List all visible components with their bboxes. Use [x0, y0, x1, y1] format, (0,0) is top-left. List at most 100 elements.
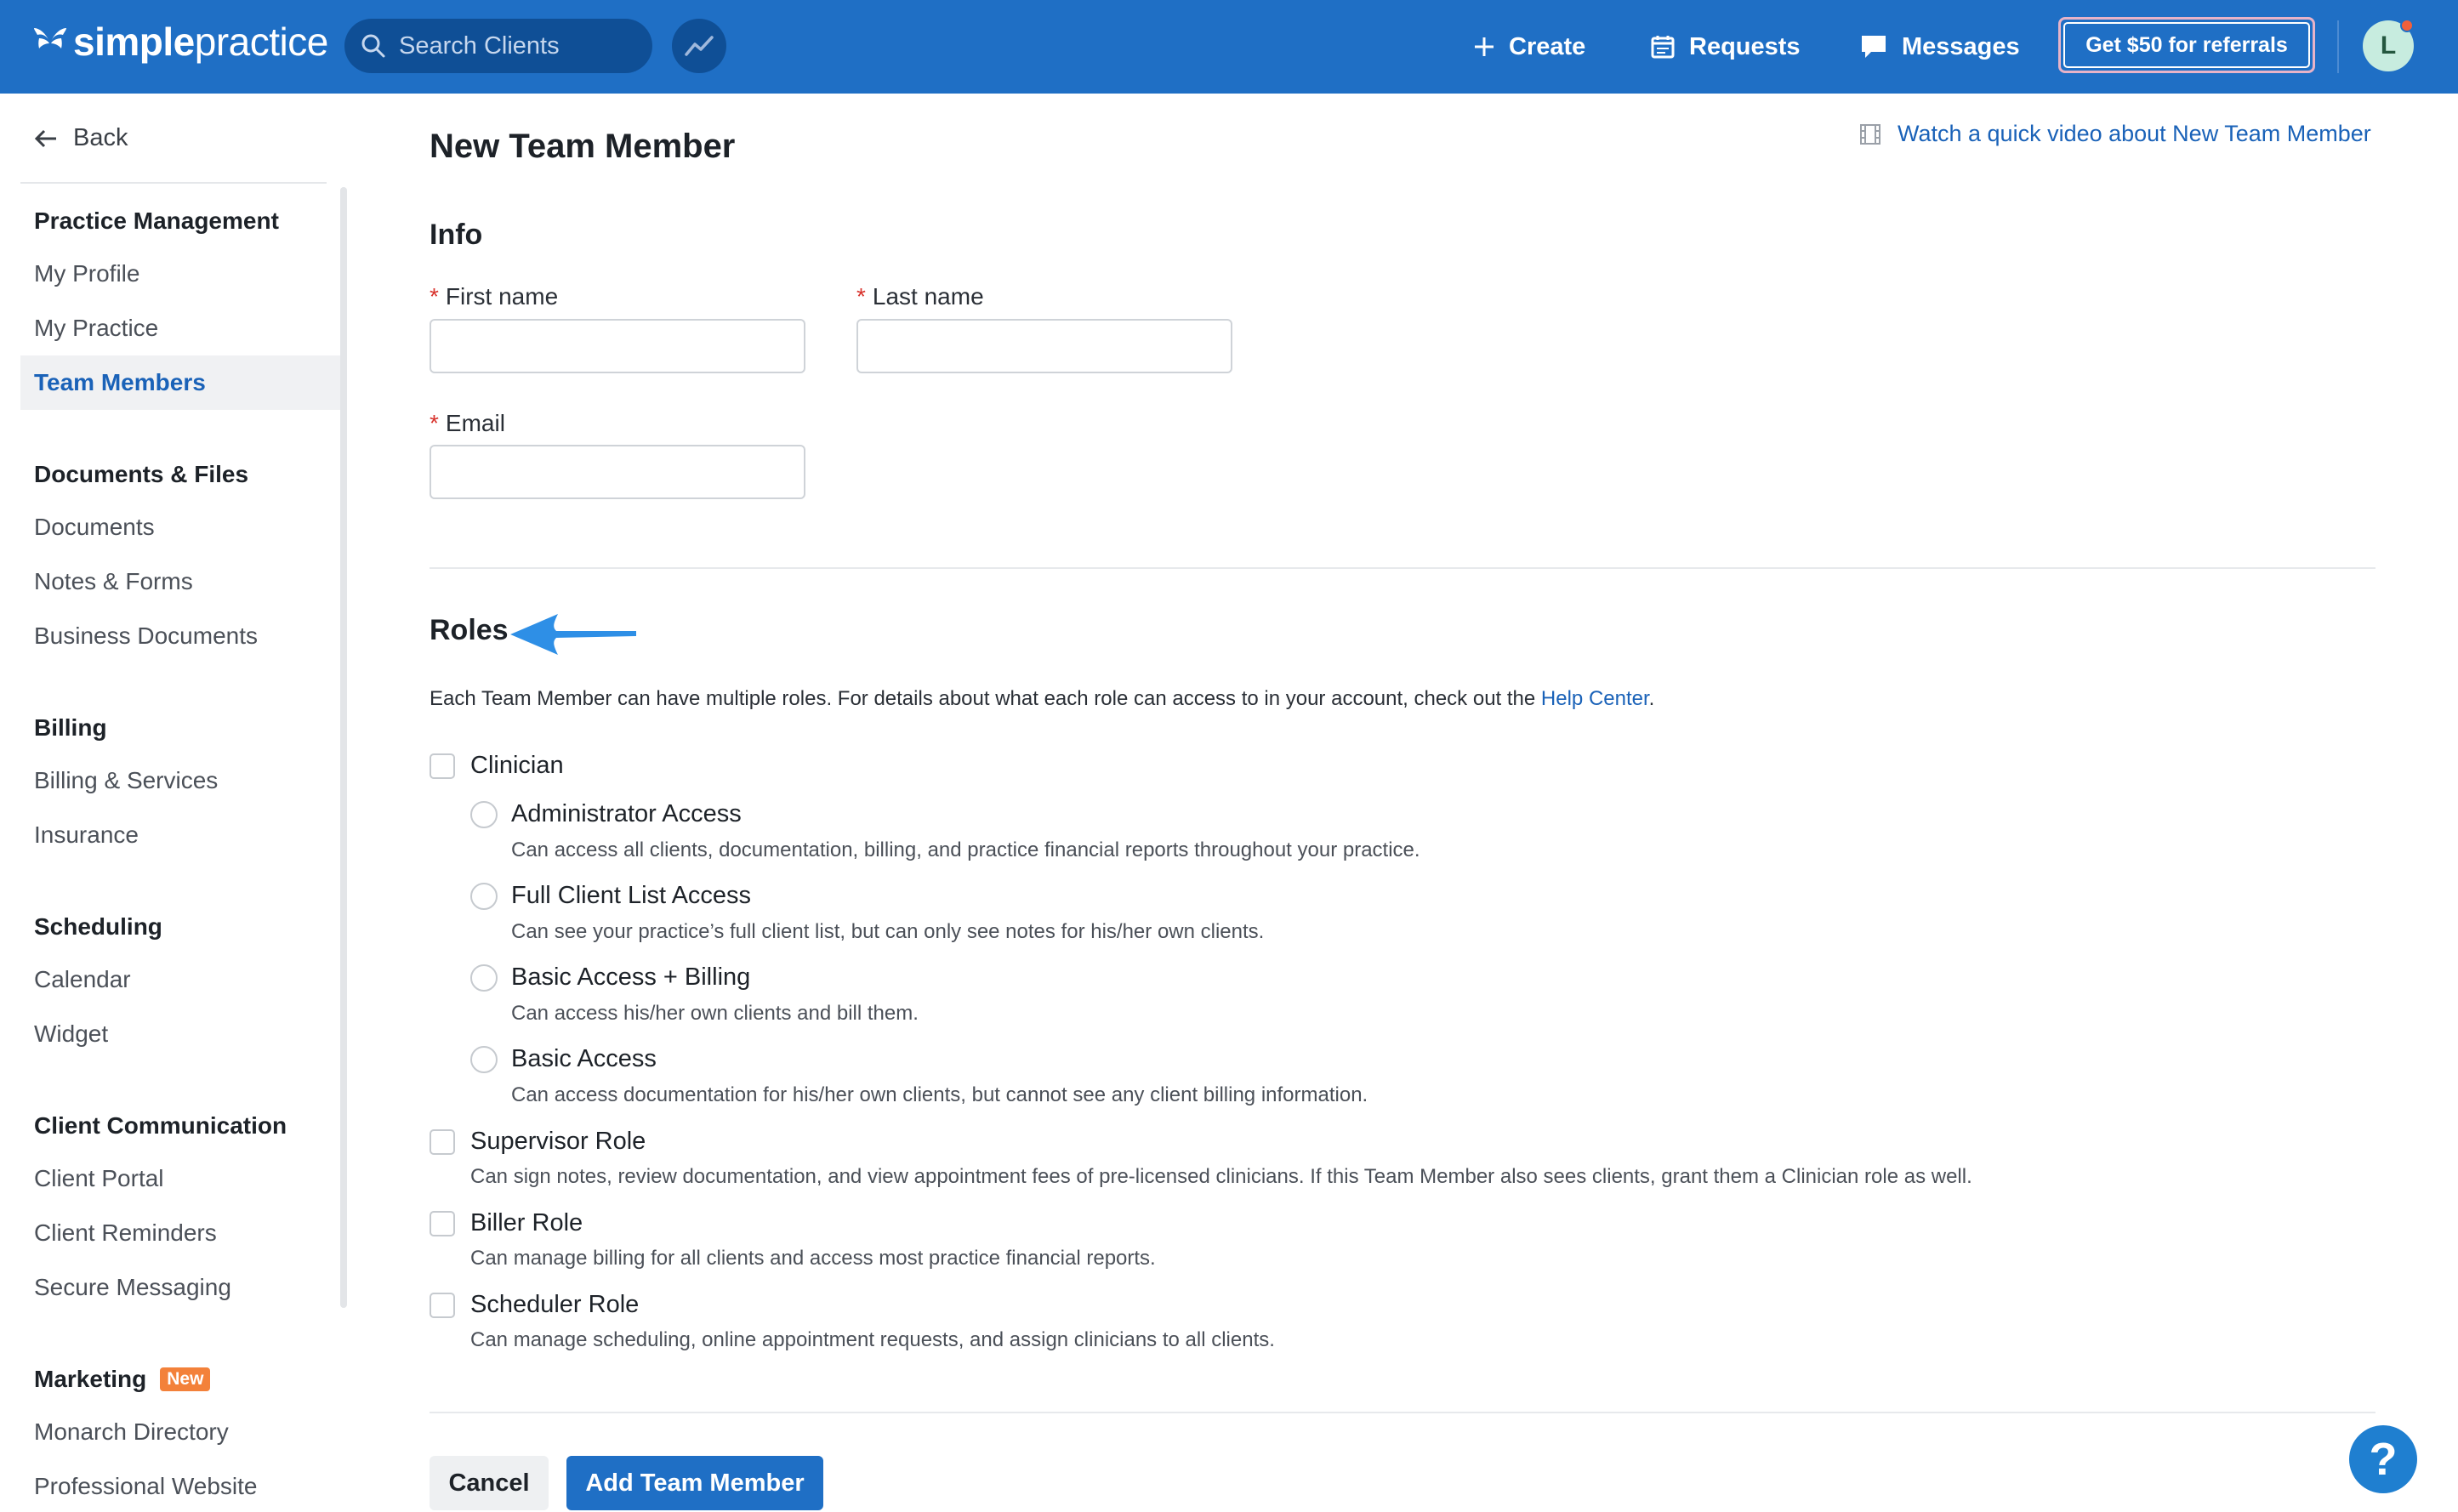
- clinician-label: Clinician: [470, 752, 564, 779]
- create-button[interactable]: Create: [1473, 26, 1585, 68]
- top-navigation-bar: simplepractice Create Requests: [0, 0, 2458, 94]
- full-client-list-access-radio[interactable]: [470, 883, 498, 910]
- sidebar-item-my-practice[interactable]: My Practice: [34, 315, 158, 342]
- last-name-label: * Last name: [856, 283, 984, 310]
- cancel-button[interactable]: Cancel: [430, 1456, 549, 1510]
- settings-sidebar: Back Practice Management My Profile My P…: [0, 94, 349, 1512]
- email-label-text: Email: [445, 410, 505, 436]
- help-center-link[interactable]: Help Center: [1541, 687, 1649, 710]
- basic-access-billing-radio[interactable]: [470, 964, 498, 992]
- sidebar-item-client-portal[interactable]: Client Portal: [34, 1165, 164, 1192]
- required-asterisk: *: [856, 283, 866, 310]
- sidebar-scrollbar[interactable]: [340, 187, 347, 1308]
- messages-label: Messages: [1902, 32, 2020, 60]
- sidebar-item-monarch-directory[interactable]: Monarch Directory: [34, 1418, 229, 1446]
- section-client-communication: Client Communication: [34, 1112, 287, 1139]
- sidebar-item-team-members[interactable]: Team Members: [34, 369, 206, 396]
- section-marketing: Marketing New: [34, 1366, 211, 1393]
- roles-heading: Roles: [430, 614, 509, 646]
- calendar-icon: [1651, 36, 1675, 59]
- butterfly-icon: [34, 28, 66, 48]
- film-icon: [1860, 123, 1880, 145]
- messages-button[interactable]: Messages: [1859, 26, 2020, 68]
- section-divider: [430, 567, 2375, 569]
- roles-intro-text: Each Team Member can have multiple roles…: [430, 687, 1654, 711]
- section-billing: Billing: [34, 714, 107, 741]
- sidebar-item-client-reminders[interactable]: Client Reminders: [34, 1219, 217, 1247]
- basic-access-billing-desc: Can access his/her own clients and bill …: [511, 1002, 919, 1025]
- full-client-list-access-desc: Can see your practice’s full client list…: [511, 920, 1265, 943]
- scheduler-role-label: Scheduler Role: [470, 1291, 640, 1318]
- trending-chart-icon: [685, 36, 714, 56]
- notification-dot: [2400, 19, 2414, 32]
- search-icon: [361, 34, 385, 58]
- section-marketing-title: Marketing: [34, 1366, 147, 1392]
- sidebar-item-billing-services[interactable]: Billing & Services: [34, 767, 218, 794]
- page-title: New Team Member: [430, 128, 736, 165]
- supervisor-role-label: Supervisor Role: [470, 1128, 646, 1155]
- biller-role-label: Biller Role: [470, 1209, 583, 1236]
- email-input[interactable]: [430, 445, 805, 499]
- administrator-access-radio[interactable]: [470, 801, 498, 828]
- actions-divider: [430, 1412, 2375, 1413]
- logo-text-simple: simple: [73, 20, 195, 64]
- required-asterisk: *: [430, 283, 439, 310]
- sidebar-item-business-documents[interactable]: Business Documents: [34, 622, 258, 650]
- plus-icon: [1475, 37, 1494, 56]
- search-clients-input[interactable]: [399, 31, 637, 60]
- search-clients-box[interactable]: [344, 19, 652, 73]
- watch-video-link[interactable]: Watch a quick video about New Team Membe…: [1858, 121, 2371, 147]
- sidebar-item-insurance[interactable]: Insurance: [34, 821, 139, 849]
- basic-access-radio[interactable]: [470, 1046, 498, 1073]
- administrator-access-label: Administrator Access: [511, 800, 742, 827]
- simplepractice-logo[interactable]: simple practice: [31, 19, 328, 65]
- new-badge: New: [160, 1367, 211, 1391]
- sidebar-divider: [20, 182, 327, 184]
- last-name-input[interactable]: [856, 319, 1232, 373]
- help-button[interactable]: ?: [2349, 1425, 2417, 1493]
- back-link[interactable]: Back: [34, 124, 128, 152]
- add-team-member-button[interactable]: Add Team Member: [566, 1456, 823, 1510]
- scheduler-role-desc: Can manage scheduling, online appointmen…: [470, 1328, 1275, 1351]
- first-name-input[interactable]: [430, 319, 805, 373]
- clinician-checkbox[interactable]: [430, 753, 455, 779]
- biller-role-checkbox[interactable]: [430, 1211, 455, 1236]
- required-asterisk: *: [430, 410, 439, 436]
- back-label: Back: [73, 124, 128, 151]
- sidebar-item-my-profile[interactable]: My Profile: [34, 260, 139, 287]
- info-heading: Info: [430, 219, 483, 251]
- sidebar-item-documents[interactable]: Documents: [34, 514, 155, 541]
- referral-button-inner-border: [2063, 22, 2310, 68]
- biller-role-desc: Can manage billing for all clients and a…: [470, 1247, 1156, 1270]
- referral-button[interactable]: Get $50 for referrals: [2058, 17, 2315, 73]
- email-label: * Email: [430, 410, 505, 437]
- arrow-left-icon: [34, 129, 56, 147]
- administrator-access-desc: Can access all clients, documentation, b…: [511, 838, 1420, 861]
- sidebar-item-widget[interactable]: Widget: [34, 1020, 108, 1048]
- create-label: Create: [1509, 32, 1586, 60]
- last-name-label-text: Last name: [872, 283, 984, 310]
- watch-video-label: Watch a quick video about New Team Membe…: [1898, 121, 2371, 146]
- sidebar-item-notes-forms[interactable]: Notes & Forms: [34, 568, 193, 595]
- question-mark-icon: ?: [2369, 1434, 2398, 1485]
- supervisor-role-checkbox[interactable]: [430, 1129, 455, 1155]
- scheduler-role-checkbox[interactable]: [430, 1293, 455, 1318]
- basic-access-billing-label: Basic Access + Billing: [511, 963, 751, 991]
- basic-access-desc: Can access documentation for his/her own…: [511, 1083, 1368, 1106]
- sidebar-item-professional-website[interactable]: Professional Website: [34, 1473, 258, 1500]
- pointer-arrow-icon: [510, 614, 636, 655]
- sidebar-item-calendar[interactable]: Calendar: [34, 966, 131, 993]
- section-practice-management: Practice Management: [34, 207, 279, 234]
- section-scheduling: Scheduling: [34, 913, 162, 940]
- supervisor-role-desc: Can sign notes, review documentation, an…: [470, 1165, 1972, 1188]
- requests-button[interactable]: Requests: [1650, 26, 1801, 68]
- section-documents-files: Documents & Files: [34, 461, 249, 487]
- insights-button[interactable]: [672, 19, 726, 73]
- roles-intro-body: Each Team Member can have multiple roles…: [430, 687, 1541, 710]
- first-name-label-text: First name: [445, 283, 559, 310]
- requests-label: Requests: [1689, 32, 1801, 60]
- topbar-divider: [2337, 20, 2339, 73]
- sidebar-item-secure-messaging[interactable]: Secure Messaging: [34, 1274, 231, 1301]
- logo-text-practice: practice: [194, 20, 329, 64]
- full-client-list-access-label: Full Client List Access: [511, 882, 752, 909]
